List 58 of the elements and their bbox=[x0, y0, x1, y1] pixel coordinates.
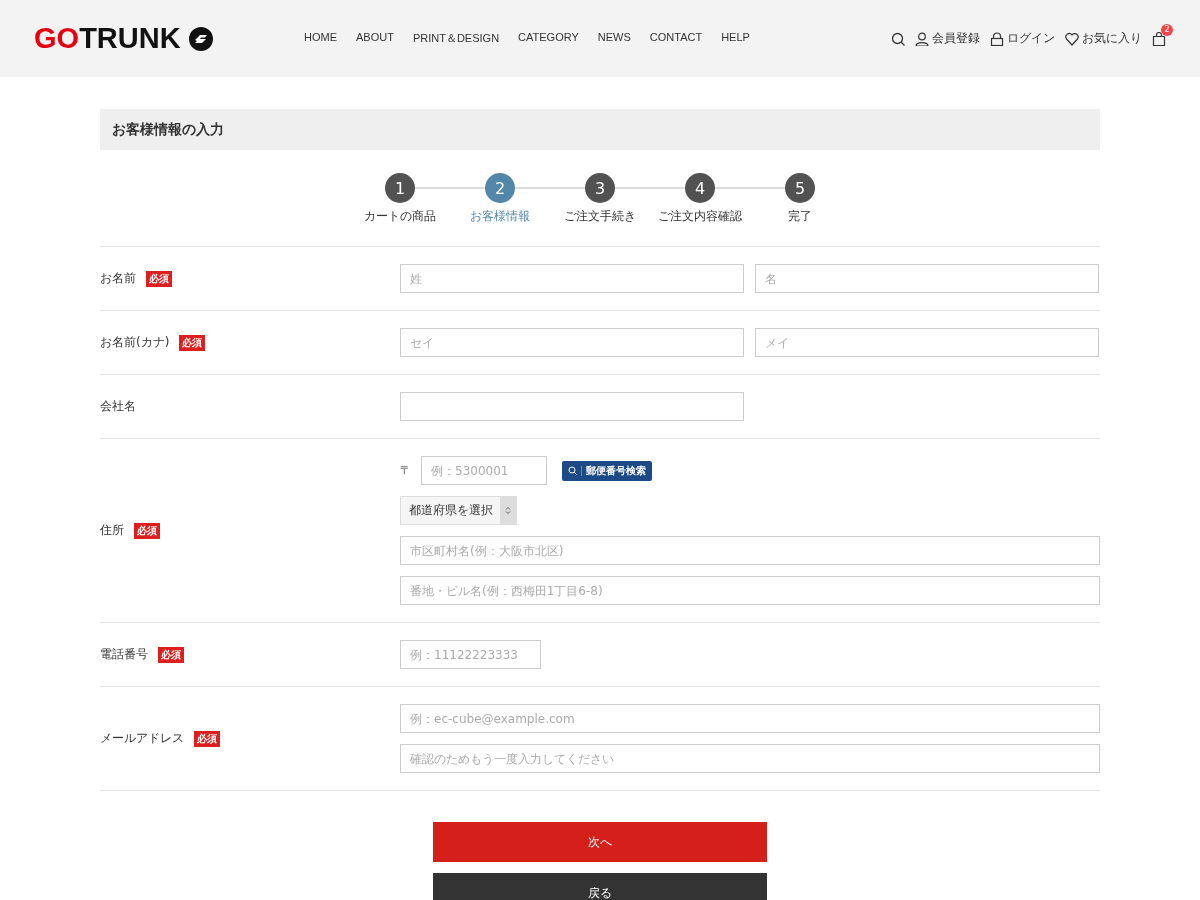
step-label: お客様情報 bbox=[470, 208, 530, 225]
required-badge: 必須 bbox=[179, 334, 206, 351]
header-link[interactable]: ログイン bbox=[990, 30, 1055, 47]
input-field[interactable]: 例：11122223333 bbox=[400, 640, 541, 669]
step-label: 完了 bbox=[788, 208, 812, 225]
field-label: お名前 bbox=[100, 270, 136, 287]
search-icon bbox=[568, 466, 577, 475]
nav-link[interactable]: PRINT＆DESIGN bbox=[412, 31, 500, 46]
search-icon[interactable] bbox=[891, 31, 905, 46]
step-number: 5 bbox=[785, 173, 815, 203]
step-number: 2 bbox=[485, 173, 515, 203]
nav-link[interactable]: NEWS bbox=[597, 31, 631, 46]
postal-mark: 〒 bbox=[400, 463, 410, 478]
input-field[interactable]: 番地・ビル名(例：西梅田1丁目6-8) bbox=[400, 576, 1100, 605]
back-button[interactable]: 戻る bbox=[433, 873, 767, 900]
postal-search-button[interactable]: 郵便番号検索 bbox=[562, 460, 652, 481]
logo-icon bbox=[188, 26, 213, 51]
prefecture-select[interactable]: 都道府県を選択 bbox=[400, 496, 517, 525]
field-label: 住所 bbox=[100, 522, 124, 539]
required-badge: 必須 bbox=[146, 270, 172, 287]
next-button[interactable]: 次へ bbox=[433, 822, 767, 862]
input-field[interactable]: 市区町村名(例：大阪市北区) bbox=[400, 536, 1100, 565]
nav-link[interactable]: CATEGORY bbox=[518, 31, 579, 46]
nav-link[interactable]: HOME bbox=[304, 31, 337, 46]
required-badge: 必須 bbox=[134, 522, 160, 539]
input-field[interactable]: 例：ec-cube@example.com bbox=[400, 704, 1100, 733]
step-label: カートの商品 bbox=[364, 208, 436, 225]
nav-link[interactable]: CONTACT bbox=[649, 31, 703, 46]
input-field[interactable]: 例：5300001 bbox=[421, 456, 547, 485]
input-field[interactable]: 姓 bbox=[400, 264, 744, 293]
required-badge: 必須 bbox=[194, 730, 220, 747]
step-number: 4 bbox=[685, 173, 715, 203]
nav-link[interactable]: HELP bbox=[721, 31, 750, 46]
input-field[interactable] bbox=[400, 392, 744, 421]
step-label: ご注文手続き bbox=[564, 208, 636, 225]
step-number: 3 bbox=[585, 173, 615, 203]
step-label: ご注文内容確認 bbox=[658, 208, 742, 225]
nav-link[interactable]: ABOUT bbox=[356, 31, 394, 46]
cart-count-badge: 2 bbox=[1161, 23, 1173, 36]
chevron-up-down-icon bbox=[505, 506, 511, 515]
field-label: メールアドレス bbox=[100, 730, 184, 747]
logo-text[interactable]: GOTRUNK bbox=[34, 22, 181, 55]
input-field[interactable]: 名 bbox=[755, 264, 1099, 293]
field-label: お名前(カナ) bbox=[100, 334, 170, 351]
heart-icon bbox=[1065, 31, 1079, 46]
user-icon bbox=[915, 31, 929, 46]
field-label: 会社名 bbox=[100, 398, 136, 415]
header-link[interactable]: 会員登録 bbox=[915, 30, 980, 47]
padlock-icon bbox=[990, 31, 1004, 46]
page-title: お客様情報の入力 bbox=[100, 109, 1100, 150]
field-label: 電話番号 bbox=[100, 646, 148, 663]
step-number: 1 bbox=[385, 173, 415, 203]
header-link[interactable]: お気に入り bbox=[1065, 30, 1142, 47]
required-badge: 必須 bbox=[158, 646, 184, 663]
shopping-bag-icon[interactable] bbox=[1152, 31, 1166, 46]
input-field[interactable]: メイ bbox=[755, 328, 1099, 357]
input-field[interactable]: セイ bbox=[400, 328, 744, 357]
input-field[interactable]: 確認のためもう一度入力してください bbox=[400, 744, 1100, 773]
